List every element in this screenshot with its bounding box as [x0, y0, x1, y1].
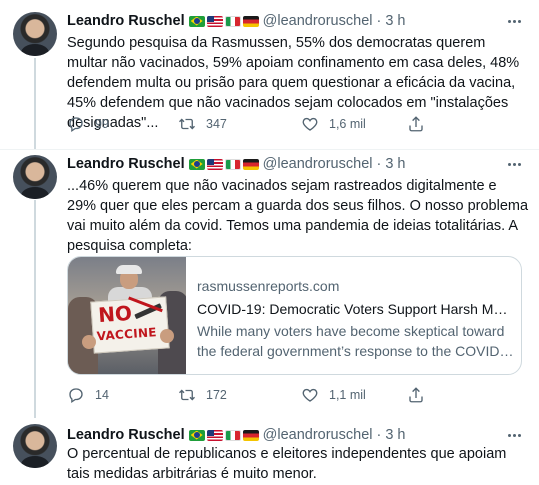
heart-icon — [302, 117, 318, 131]
tweet-text: ...46% querem que não vacinados sejam ra… — [67, 178, 529, 254]
flag-emojis — [188, 158, 259, 170]
tweet-timestamp[interactable]: 3 h — [385, 156, 405, 172]
retweet-icon — [179, 118, 195, 130]
more-options-icon[interactable] — [505, 426, 523, 444]
author-name[interactable]: Leandro Ruschel — [67, 427, 185, 443]
like-count: 1,6 mil — [329, 117, 366, 131]
retweet-icon — [179, 389, 195, 401]
tweet-3[interactable]: Leandro Ruschel @leandroruschel · 3 h O … — [0, 418, 539, 485]
tweet-header: Leandro Ruschel @leandroruschel · 3 h — [67, 11, 406, 31]
flag-germany-icon — [242, 15, 259, 27]
protest-sign: NO VACCINE — [90, 296, 170, 354]
author-handle[interactable]: @leandroruschel — [263, 427, 373, 443]
tweet-timestamp[interactable]: 3 h — [385, 13, 405, 29]
flag-italy-icon — [224, 158, 241, 170]
card-domain: rasmussenreports.com — [197, 278, 340, 294]
heart-icon — [302, 388, 318, 402]
tweet-header: Leandro Ruschel @leandroruschel · 3 h — [67, 425, 406, 445]
flag-germany-icon — [242, 429, 259, 441]
tweet-2[interactable]: Leandro Ruschel @leandroruschel · 3 h ..… — [0, 150, 539, 418]
reply-icon — [69, 117, 83, 133]
tweet-actions: 14 172 1,1 mil — [67, 385, 437, 405]
more-options-icon[interactable] — [505, 155, 523, 173]
card-description: While many voters have become skeptical … — [197, 321, 515, 361]
author-handle[interactable]: @leandroruschel — [263, 156, 373, 172]
flag-brazil-icon — [188, 158, 205, 170]
link-preview-card[interactable]: NO VACCINE rasmussenreports.com COVID-19… — [67, 256, 522, 375]
flag-usa-icon — [206, 158, 223, 170]
reply-button[interactable]: 99 — [67, 114, 109, 134]
card-title: COVID-19: Democratic Voters Support Hars… — [197, 301, 515, 317]
flag-brazil-icon — [188, 429, 205, 441]
share-icon — [409, 116, 423, 132]
like-count: 1,1 mil — [329, 388, 366, 402]
retweet-count: 172 — [206, 388, 227, 402]
card-description-line: the federal government’s response to the… — [197, 343, 515, 359]
separator-dot: · — [376, 13, 382, 29]
author-name[interactable]: Leandro Ruschel — [67, 13, 185, 29]
card-thumbnail: NO VACCINE — [68, 257, 186, 374]
share-icon — [409, 387, 423, 403]
reply-icon — [69, 388, 83, 404]
flag-germany-icon — [242, 158, 259, 170]
flag-italy-icon — [224, 15, 241, 27]
avatar[interactable] — [13, 12, 57, 56]
flag-usa-icon — [206, 429, 223, 441]
share-button[interactable] — [407, 114, 435, 134]
tweet-1[interactable]: Leandro Ruschel @leandroruschel · 3 h Se… — [0, 0, 539, 150]
retweet-button[interactable]: 347 — [178, 114, 227, 134]
flag-emojis — [188, 429, 259, 441]
tweet-text: O percentual de republicanos e eleitores… — [67, 446, 507, 482]
separator-dot: · — [376, 427, 382, 443]
author-handle[interactable]: @leandroruschel — [263, 13, 373, 29]
like-button[interactable]: 1,6 mil — [301, 114, 366, 134]
reply-count: 14 — [95, 388, 109, 402]
reply-button[interactable]: 14 — [67, 385, 109, 405]
share-button[interactable] — [407, 385, 435, 405]
more-options-icon[interactable] — [505, 12, 523, 30]
card-description-line: While many voters have become skeptical … — [197, 323, 505, 339]
flag-brazil-icon — [188, 15, 205, 27]
avatar[interactable] — [13, 155, 57, 199]
tweet-timestamp[interactable]: 3 h — [385, 427, 405, 443]
sign-text-bottom: VACCINE — [96, 325, 158, 344]
sign-text-top: NO — [97, 300, 133, 328]
card-body: rasmussenreports.com COVID-19: Democrati… — [197, 277, 515, 361]
avatar[interactable] — [13, 424, 57, 468]
flag-usa-icon — [206, 15, 223, 27]
author-name[interactable]: Leandro Ruschel — [67, 156, 185, 172]
retweet-count: 347 — [206, 117, 227, 131]
retweet-button[interactable]: 172 — [178, 385, 227, 405]
tweet-header: Leandro Ruschel @leandroruschel · 3 h — [67, 154, 406, 174]
flag-emojis — [188, 15, 259, 27]
reply-count: 99 — [95, 117, 109, 131]
flag-italy-icon — [224, 429, 241, 441]
like-button[interactable]: 1,1 mil — [301, 385, 366, 405]
separator-dot: · — [376, 156, 382, 172]
tweet-actions: 99 347 1,6 mil — [67, 114, 437, 134]
